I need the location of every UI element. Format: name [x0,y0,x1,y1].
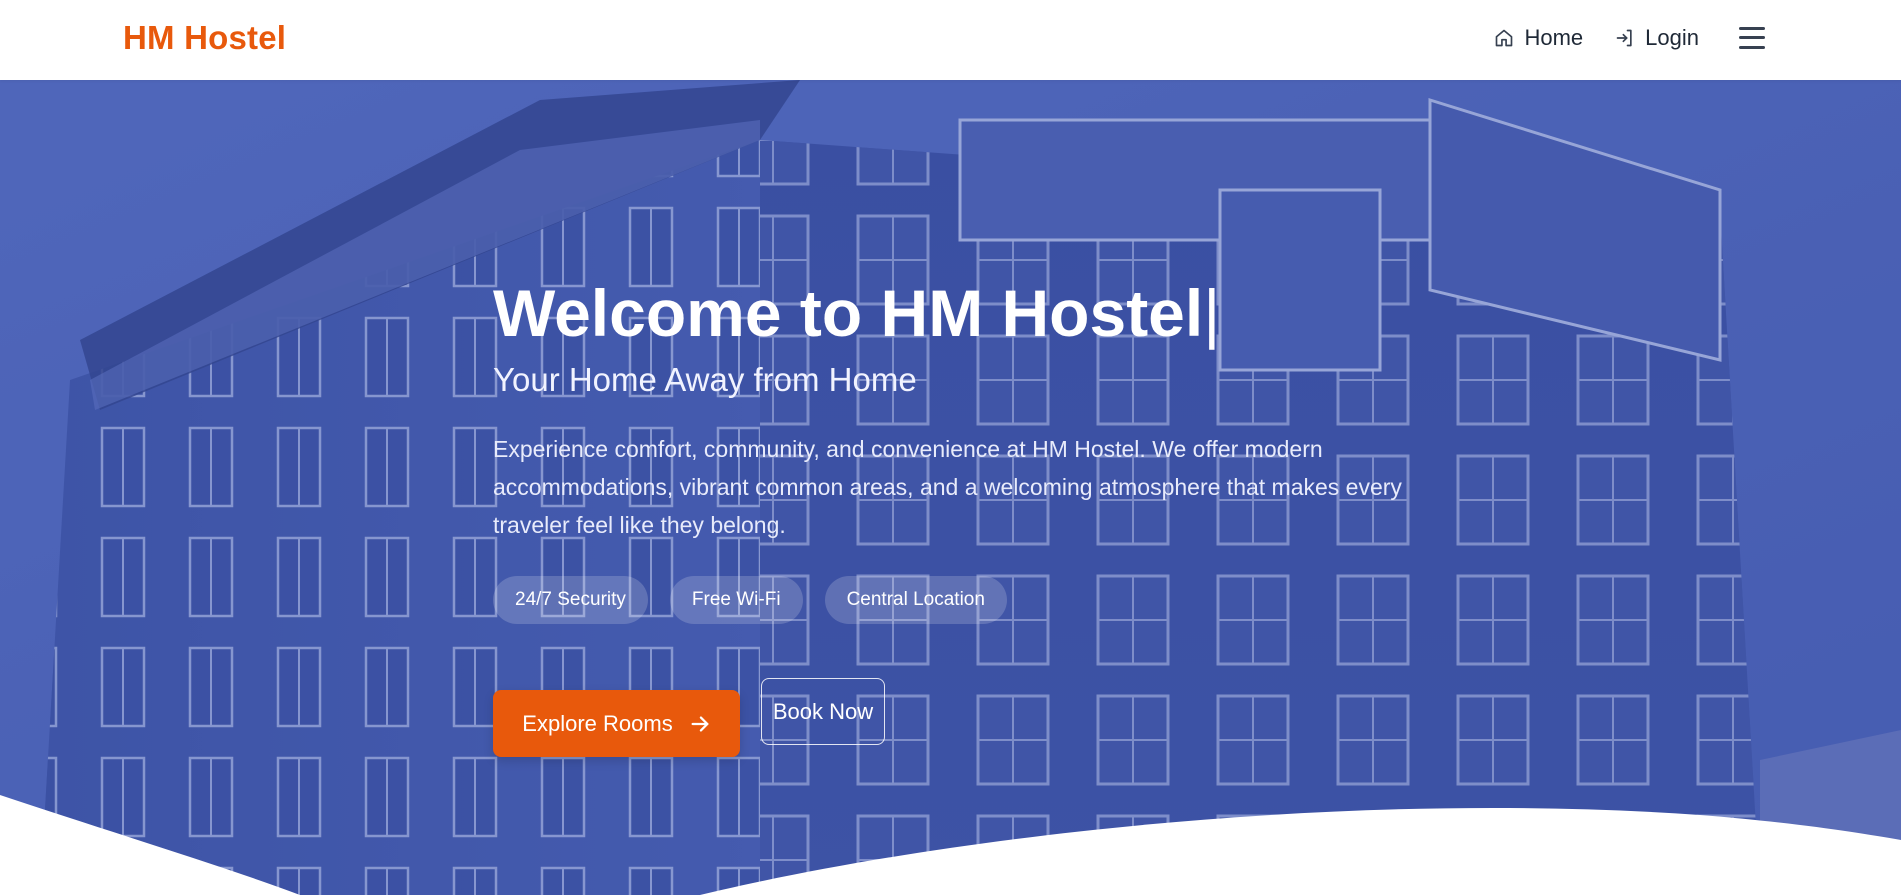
hero-buttons: Explore Rooms Book Now [493,678,1413,758]
nav-links: Home Login [1462,0,1765,75]
explore-rooms-button[interactable]: Explore Rooms [493,690,740,758]
hero-subtitle: Your Home Away from Home [493,361,917,398]
nav-home-link[interactable]: Home [1494,25,1583,51]
hero-section: Welcome to HM Hostel| Your Home Away fro… [0,80,1901,895]
login-icon [1616,29,1632,46]
hero-title-text: Welcome to HM Hostel [493,276,1204,350]
brand-logo[interactable]: HM Hostel [123,19,286,57]
explore-rooms-label: Explore Rooms [522,710,673,736]
navbar: HM Hostel Home Login [0,0,1901,80]
feature-tags: 24/7 Security Free Wi-Fi Central Locatio… [493,576,1413,625]
nav-home-label: Home [1524,24,1584,50]
typing-caret: | [1203,276,1221,350]
hero-title: Welcome to HM Hostel| [493,280,1413,346]
arrow-right-icon [691,716,709,732]
nav-login-link[interactable]: Login [1615,25,1699,51]
tag-security: 24/7 Security [493,576,648,625]
nav-login-label: Login [1645,24,1699,50]
book-now-button[interactable]: Book Now [761,678,885,746]
tag-wifi: Free Wi-Fi [669,576,803,625]
home-icon [1496,29,1513,46]
hero-wave-divider [0,795,1901,895]
hero-description: Experience comfort, community, and conve… [493,436,1402,539]
hero-content: Welcome to HM Hostel| Your Home Away fro… [493,280,1413,758]
tag-location: Central Location [824,576,1007,625]
hamburger-menu-icon[interactable] [1739,26,1765,49]
